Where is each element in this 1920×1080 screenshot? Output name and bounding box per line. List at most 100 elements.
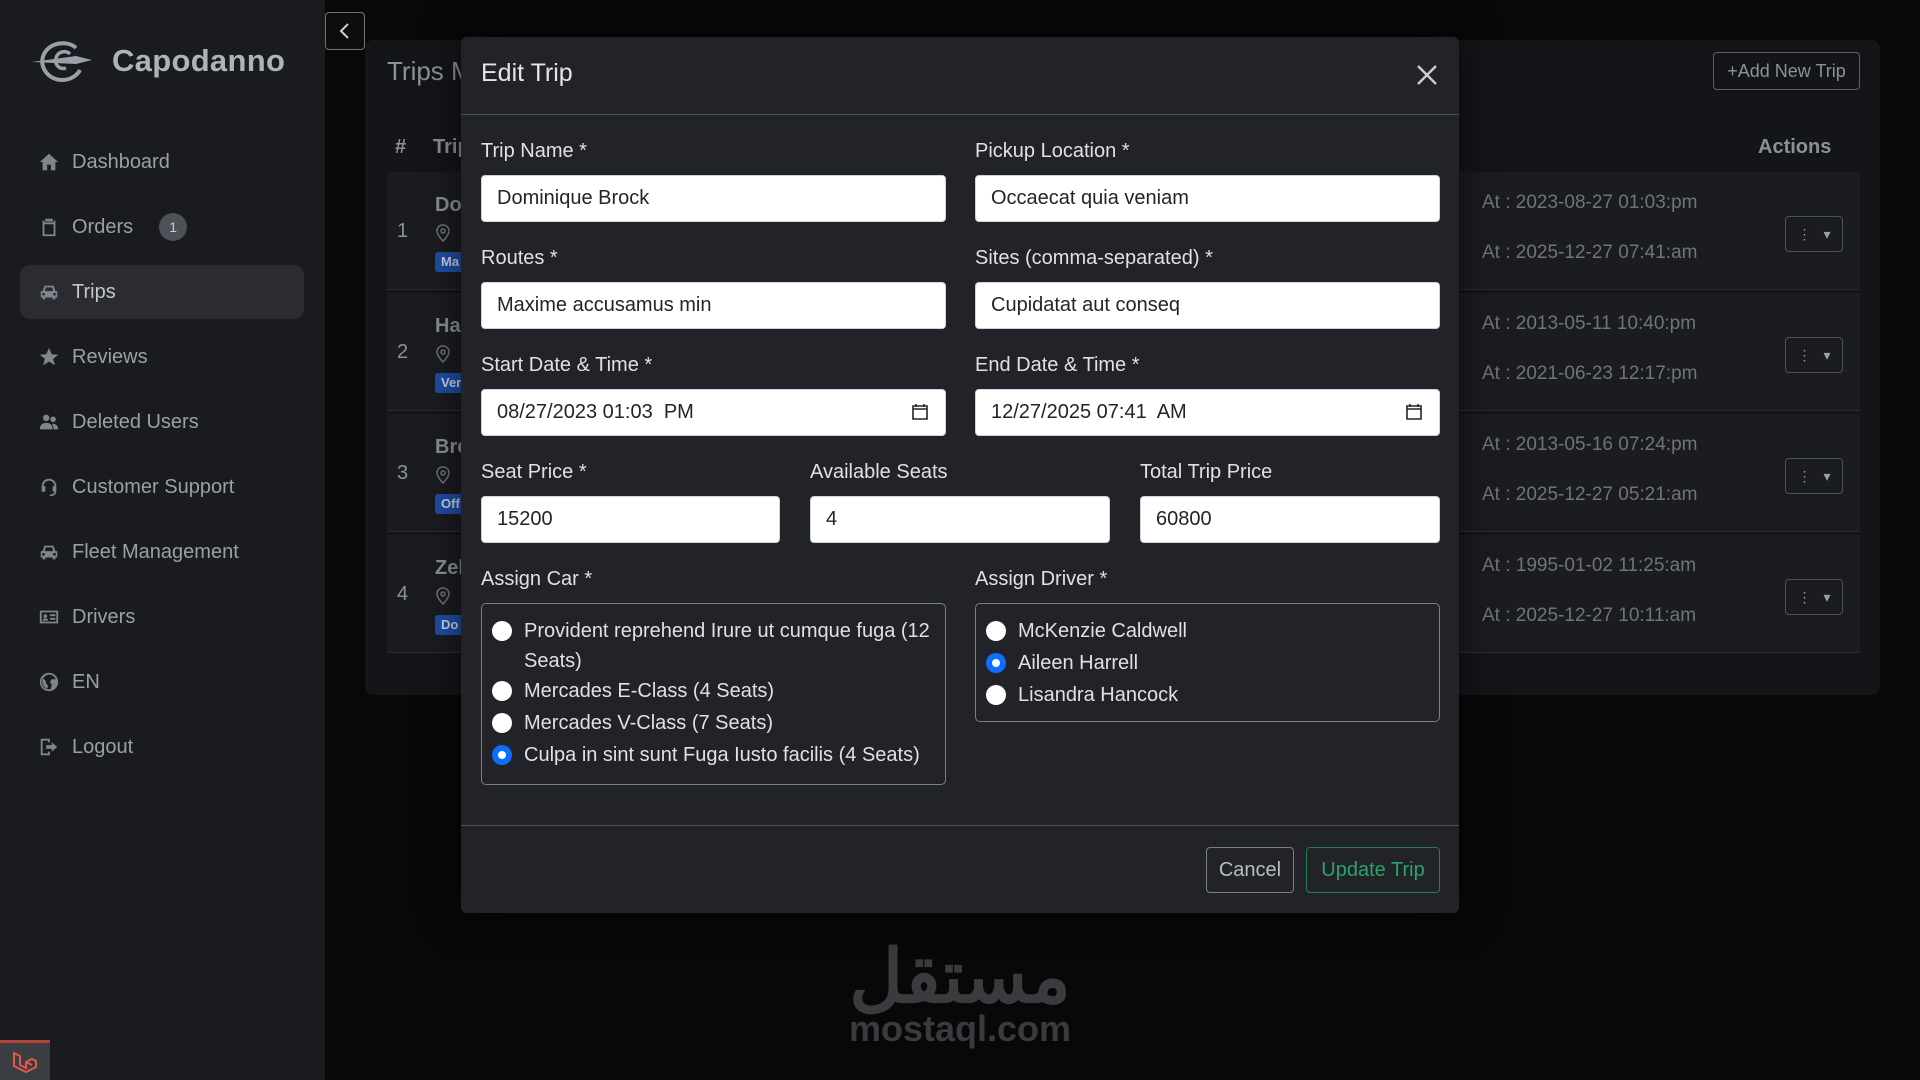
modal-footer: Cancel Update Trip: [461, 825, 1459, 913]
driver-option-label: Lisandra Hancock: [1018, 684, 1179, 706]
caret-down-icon: ▾: [1823, 346, 1831, 363]
car-option[interactable]: Culpa in sint sunt Fuga Iusto facilis (4…: [492, 740, 945, 770]
radio-button-selected[interactable]: [986, 653, 1006, 673]
sidebar-collapse-button[interactable]: [325, 12, 365, 50]
page-title: Trips M: [387, 56, 473, 86]
sidebar-nav: Dashboard Orders 1 Trips Reviews Deleted…: [20, 135, 304, 785]
chevron-left-icon: [339, 23, 349, 39]
sidebar-item-label: Deleted Users: [72, 410, 199, 433]
sidebar-item-label: Dashboard: [72, 150, 170, 173]
radio-button[interactable]: [492, 621, 512, 641]
routes-value: Maxime accusamus min: [497, 294, 712, 316]
modal-header: Edit Trip: [461, 37, 1459, 115]
home-icon: [39, 153, 59, 171]
row-actions-dropdown[interactable]: ⋮ ▾: [1785, 458, 1843, 494]
radio-button-selected[interactable]: [492, 745, 512, 765]
sidebar-item-customer-support[interactable]: Customer Support: [20, 460, 304, 514]
end-datetime-input[interactable]: 12/27/2025 07:41 AM: [975, 389, 1440, 436]
seat-price-input[interactable]: 15200: [481, 496, 780, 543]
sidebar-item-label: Drivers: [72, 605, 136, 628]
calendar-icon[interactable]: [911, 403, 929, 421]
updated-at: At : 2025-12-27 10:11:am: [1482, 605, 1697, 626]
sidebar-item-reviews[interactable]: Reviews: [20, 330, 304, 384]
close-icon[interactable]: [1411, 59, 1443, 91]
car-option[interactable]: Provident reprehend Irure ut cumque fuga…: [492, 616, 945, 676]
radio-button[interactable]: [986, 685, 1006, 705]
assign-car-label: Assign Car *: [481, 568, 593, 590]
column-header-number: #: [395, 136, 407, 158]
sidebar-item-label: Logout: [72, 735, 134, 758]
sidebar-item-drivers[interactable]: Drivers: [20, 590, 304, 644]
sidebar-item-orders[interactable]: Orders 1: [20, 200, 304, 254]
pickup-location-input[interactable]: Occaecat quia veniam: [975, 175, 1440, 222]
row-actions-dropdown[interactable]: ⋮ ▾: [1785, 579, 1843, 615]
kebab-icon: ⋮: [1797, 467, 1812, 484]
laravel-icon: [13, 1050, 37, 1073]
end-datetime-value: 12/27/2025 07:41 AM: [991, 401, 1187, 423]
brand[interactable]: Capodanno: [32, 36, 285, 86]
sidebar-item-label: Customer Support: [72, 475, 235, 498]
cancel-button[interactable]: Cancel: [1206, 847, 1294, 893]
headset-icon: [41, 478, 57, 497]
kebab-icon: ⋮: [1797, 346, 1812, 363]
add-new-trip-button[interactable]: +Add New Trip: [1713, 52, 1860, 90]
id-card-icon: [39, 610, 59, 624]
car-icon: [40, 545, 58, 560]
updated-at: At : 2025-12-27 07:41:am: [1482, 242, 1698, 263]
routes-input[interactable]: Maxime accusamus min: [481, 282, 946, 329]
clipboard-icon: [42, 218, 56, 237]
radio-button[interactable]: [492, 681, 512, 701]
assign-car-group: Provident reprehend Irure ut cumque fuga…: [481, 603, 946, 785]
laravel-debug-button[interactable]: [0, 1040, 50, 1080]
car-option[interactable]: Mercades E-Class (4 Seats): [492, 676, 945, 706]
car-option-label: Mercades E-Class (4 Seats): [524, 680, 775, 702]
sidebar-item-label: EN: [72, 670, 100, 693]
car-option[interactable]: Mercades V-Class (7 Seats): [492, 708, 945, 738]
available-seats-input[interactable]: 4: [810, 496, 1110, 543]
watermark-arabic: مستقل: [849, 935, 1072, 1018]
sidebar-item-language[interactable]: EN: [20, 655, 304, 709]
calendar-icon[interactable]: [1405, 403, 1423, 421]
sites-input[interactable]: Cupidatat aut conseq: [975, 282, 1440, 329]
driver-option[interactable]: Lisandra Hancock: [986, 680, 1439, 710]
kebab-icon: ⋮: [1797, 588, 1812, 605]
start-datetime-input[interactable]: 08/27/2023 01:03 PM: [481, 389, 946, 436]
driver-option-label: McKenzie Caldwell: [1018, 620, 1187, 642]
column-header-actions: Actions: [1758, 136, 1832, 158]
driver-option[interactable]: Aileen Harrell: [986, 648, 1439, 678]
watermark-latin: mostaql.com: [848, 1008, 1072, 1049]
updated-at: At : 2021-06-23 12:17:pm: [1482, 363, 1698, 384]
sidebar-item-label: Reviews: [72, 345, 148, 368]
sidebar-item-fleet-management[interactable]: Fleet Management: [20, 525, 304, 579]
radio-button[interactable]: [492, 713, 512, 733]
sidebar-item-logout[interactable]: Logout: [20, 720, 304, 774]
row-number: 4: [397, 583, 409, 605]
row-number: 1: [397, 220, 409, 242]
row-actions-dropdown[interactable]: ⋮ ▾: [1785, 337, 1843, 373]
sidebar-item-deleted-users[interactable]: Deleted Users: [20, 395, 304, 449]
edit-trip-modal: Edit Trip Trip Name * Dominique Brock Pi…: [461, 37, 1459, 913]
caret-down-icon: ▾: [1823, 467, 1831, 484]
driver-option-label: Aileen Harrell: [1018, 652, 1139, 674]
row-number: 2: [397, 341, 409, 363]
driver-option[interactable]: McKenzie Caldwell: [986, 616, 1439, 646]
caret-down-icon: ▾: [1823, 225, 1831, 242]
start-datetime-value: 08/27/2023 01:03 PM: [497, 401, 694, 423]
trip-name-input[interactable]: Dominique Brock: [481, 175, 946, 222]
available-seats-value: 4: [826, 508, 838, 530]
sidebar-item-trips[interactable]: Trips: [20, 265, 304, 319]
start-datetime-label: Start Date & Time *: [481, 354, 653, 376]
kebab-icon: ⋮: [1797, 225, 1812, 242]
radio-button[interactable]: [986, 621, 1006, 641]
logo-icon: [32, 41, 92, 83]
globe-icon: [39, 672, 59, 692]
sidebar-item-dashboard[interactable]: Dashboard: [20, 135, 304, 189]
update-trip-button[interactable]: Update Trip: [1306, 847, 1440, 893]
updated-at: At : 2025-12-27 05:21:am: [1482, 484, 1698, 505]
created-at: At : 2013-05-11 10:40:pm: [1482, 313, 1697, 334]
row-actions-dropdown[interactable]: ⋮ ▾: [1785, 216, 1843, 252]
car-option-label: Provident reprehend Irure ut cumque fuga…: [524, 620, 930, 672]
trip-name-label: Trip Name *: [481, 140, 587, 162]
orders-count-badge: 1: [159, 213, 188, 241]
total-trip-price-input[interactable]: 60800: [1140, 496, 1440, 543]
